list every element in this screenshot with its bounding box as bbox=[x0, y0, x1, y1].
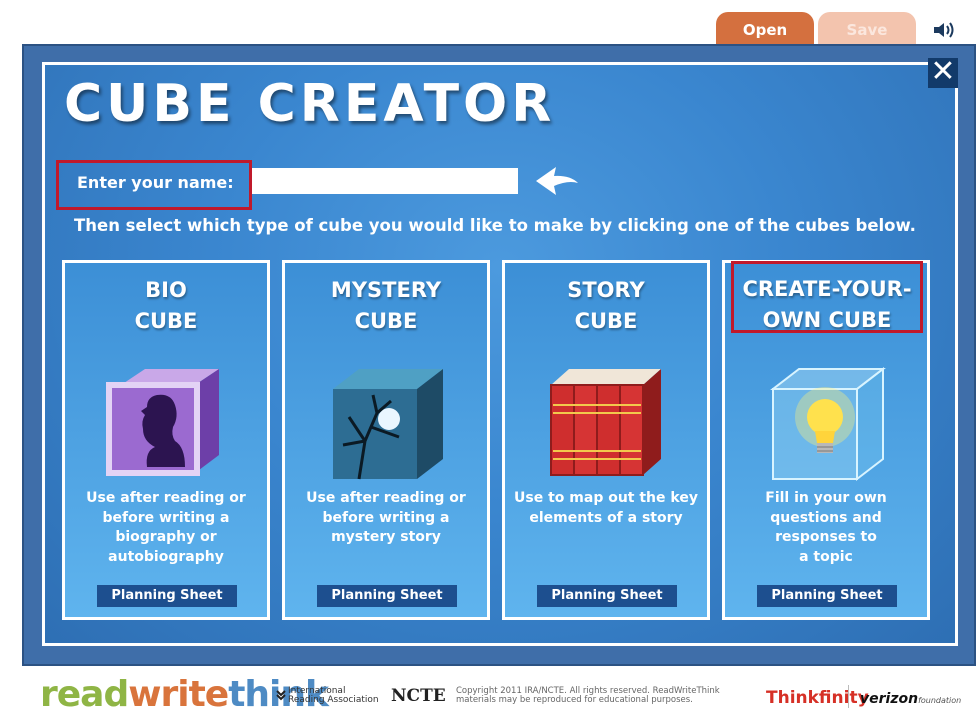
planning-sheet-button[interactable]: Planning Sheet bbox=[317, 585, 457, 607]
name-input[interactable] bbox=[252, 168, 518, 194]
silhouette-portrait-cube-icon bbox=[106, 369, 219, 476]
bio-cube-card[interactable]: BIO CUBE Use after reading or before writ… bbox=[62, 260, 270, 620]
name-label: Enter your name: bbox=[56, 160, 252, 210]
lightbulb-cube-icon bbox=[770, 366, 886, 482]
logo-divider bbox=[848, 685, 849, 708]
card-title-line2: CUBE bbox=[574, 309, 638, 333]
card-title: STORY CUBE bbox=[505, 275, 707, 337]
planning-sheet-button[interactable]: Planning Sheet bbox=[537, 585, 677, 607]
card-description: Use after reading or before writing a bio… bbox=[86, 490, 246, 565]
submit-arrow-icon[interactable] bbox=[534, 165, 580, 197]
moonlit-tree-cube-icon bbox=[333, 369, 443, 480]
card-description: Use after reading or before writing a mys… bbox=[306, 490, 466, 545]
top-toolbar: Open Save bbox=[0, 0, 976, 44]
open-button[interactable]: Open bbox=[716, 12, 814, 44]
copyright-text: Copyright 2011 IRA/NCTE. All rights rese… bbox=[456, 686, 720, 705]
card-title: MYSTERY CUBE bbox=[285, 275, 487, 337]
card-title-line2: CUBE bbox=[354, 309, 418, 333]
card-title-line1: CREATE-YOUR- bbox=[742, 277, 912, 301]
card-title-line2: OWN CUBE bbox=[762, 308, 892, 332]
card-title: BIO CUBE bbox=[65, 275, 267, 337]
save-button[interactable]: Save bbox=[818, 12, 916, 44]
ncte-logo[interactable]: NCTE bbox=[391, 686, 446, 706]
card-title: CREATE-YOUR- OWN CUBE bbox=[731, 261, 923, 333]
ira-logo-icon bbox=[276, 690, 286, 701]
footer: readwritethink International Reading Asso… bbox=[0, 670, 976, 708]
ira-logo[interactable]: International Reading Association bbox=[288, 687, 379, 705]
card-description: Fill in your own questions and responses … bbox=[765, 490, 887, 565]
speaker-icon[interactable] bbox=[932, 20, 956, 40]
mystery-cube-card[interactable]: MYSTERY CUBE Use after reading or before … bbox=[282, 260, 490, 620]
create-your-own-cube-card[interactable]: CREATE-YOUR- OWN CUBE Fill in your own qu… bbox=[722, 260, 930, 620]
books-icon bbox=[550, 369, 661, 476]
thinkfinity-logo[interactable]: Thinkfinity bbox=[766, 688, 869, 708]
card-title-line2: CUBE bbox=[134, 309, 198, 333]
card-title-line1: STORY bbox=[567, 278, 645, 302]
app-title: CUBE CREATOR bbox=[64, 74, 556, 134]
card-title-line1: MYSTERY bbox=[330, 278, 442, 302]
planning-sheet-button[interactable]: Planning Sheet bbox=[97, 585, 237, 607]
card-title-line1: BIO bbox=[145, 278, 187, 302]
card-description: Use to map out the key elements of a stor… bbox=[514, 490, 698, 526]
close-button[interactable]: ✕ bbox=[928, 57, 958, 88]
verizon-foundation-logo[interactable]: verizonfoundation bbox=[860, 691, 961, 707]
story-cube-card[interactable]: STORY CUBE Use to map out the key element… bbox=[502, 260, 710, 620]
planning-sheet-button[interactable]: Planning Sheet bbox=[757, 585, 897, 607]
instruction-text: Then select which type of cube you would… bbox=[74, 216, 916, 235]
